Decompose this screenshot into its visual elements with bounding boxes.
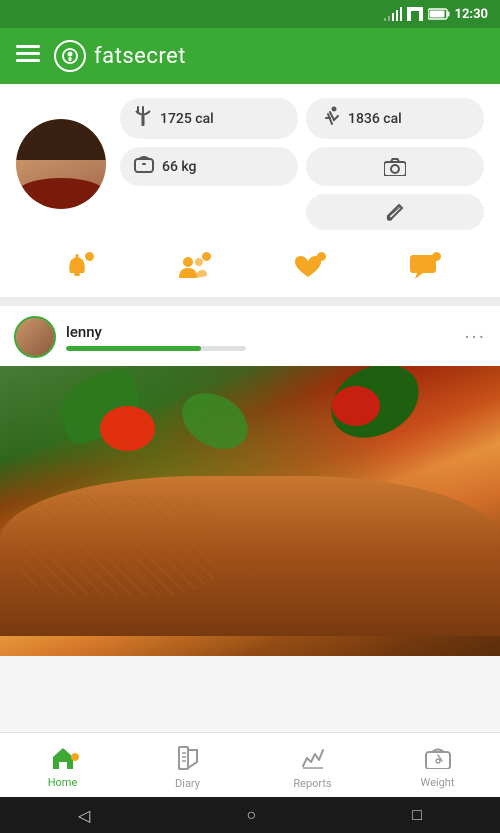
top-bar: fatsecret bbox=[0, 28, 500, 84]
bell-notification[interactable] bbox=[64, 254, 90, 287]
stats-grid: 1725 cal 1836 cal bbox=[120, 98, 484, 230]
edit-button[interactable] bbox=[306, 194, 484, 230]
food-image bbox=[0, 366, 500, 656]
status-bar: 12:30 bbox=[0, 0, 500, 28]
weight-value: 66 kg bbox=[162, 159, 197, 175]
tab-weight-label: Weight bbox=[421, 776, 455, 789]
post-info: lenny bbox=[66, 323, 454, 351]
scale-icon bbox=[134, 155, 154, 178]
food-icon bbox=[134, 106, 152, 131]
tab-bar: Home Diary Reports bbox=[0, 732, 500, 797]
post-username: lenny bbox=[66, 323, 454, 341]
post-avatar bbox=[14, 316, 56, 358]
post-progress-fill bbox=[66, 346, 201, 351]
likes-dot bbox=[317, 252, 326, 261]
status-time: 12:30 bbox=[455, 7, 489, 22]
tab-reports[interactable]: Reports bbox=[250, 740, 375, 790]
camera-button[interactable] bbox=[306, 147, 484, 186]
avatar bbox=[16, 119, 106, 209]
status-icons: 12:30 bbox=[384, 7, 489, 22]
friends-notification[interactable] bbox=[177, 254, 207, 287]
weight-pill[interactable]: 66 kg bbox=[120, 147, 298, 186]
back-button[interactable]: ◁ bbox=[78, 806, 90, 825]
calories-out-value: 1836 cal bbox=[348, 111, 402, 127]
post-more-button[interactable]: ··· bbox=[464, 325, 486, 349]
tab-home-label: Home bbox=[48, 776, 78, 789]
diary-icon bbox=[177, 746, 199, 770]
messages-notification[interactable] bbox=[409, 254, 437, 287]
logo-circle bbox=[54, 40, 86, 72]
likes-notification[interactable] bbox=[294, 254, 322, 287]
dashboard-top: 1725 cal 1836 cal bbox=[16, 98, 484, 230]
calories-in-value: 1725 cal bbox=[160, 111, 214, 127]
weight-icon bbox=[425, 747, 451, 769]
post-progress-bar bbox=[66, 346, 246, 351]
home-notif-dot bbox=[71, 753, 79, 761]
tab-home[interactable]: Home bbox=[0, 741, 125, 789]
exercise-icon bbox=[320, 106, 340, 131]
recent-button[interactable]: □ bbox=[412, 805, 422, 825]
tab-reports-label: Reports bbox=[293, 777, 331, 790]
signal-icon bbox=[384, 7, 402, 21]
tab-diary[interactable]: Diary bbox=[125, 740, 250, 790]
dashboard: 1725 cal 1836 cal bbox=[0, 84, 500, 240]
friends-dot bbox=[202, 252, 211, 261]
calories-in-pill[interactable]: 1725 cal bbox=[120, 98, 298, 139]
menu-icon[interactable] bbox=[16, 44, 40, 69]
network-icon bbox=[407, 7, 423, 21]
section-divider bbox=[0, 298, 500, 306]
home-button[interactable]: ○ bbox=[246, 805, 256, 825]
calories-out-pill[interactable]: 1836 cal bbox=[306, 98, 484, 139]
post-header: lenny ··· bbox=[0, 306, 500, 366]
messages-dot bbox=[432, 252, 441, 261]
logo: fatsecret bbox=[54, 40, 186, 72]
reports-icon bbox=[301, 746, 325, 770]
battery-icon bbox=[428, 8, 450, 20]
bell-dot bbox=[85, 252, 94, 261]
android-nav: ◁ ○ □ bbox=[0, 797, 500, 833]
notification-row bbox=[0, 240, 500, 298]
tab-diary-label: Diary bbox=[175, 777, 200, 790]
tab-weight[interactable]: Weight bbox=[375, 741, 500, 789]
app-name: fatsecret bbox=[94, 44, 186, 69]
